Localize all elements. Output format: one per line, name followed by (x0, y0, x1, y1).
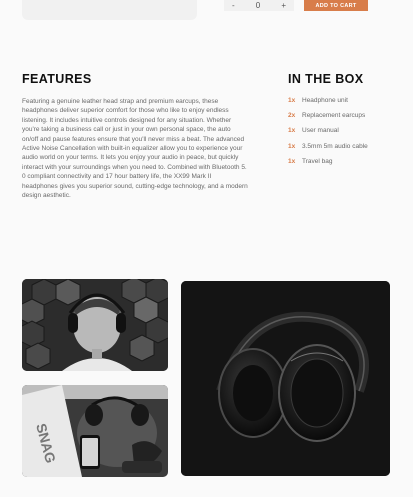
item-quantity: 1x (288, 157, 296, 165)
item-name: Headphone unit (302, 97, 348, 104)
in-the-box-list: 1x Headphone unit 2x Replacement earcups 1… (288, 97, 368, 173)
quantity-increment-button[interactable]: + (281, 0, 286, 11)
in-the-box-heading: IN THE BOX (288, 72, 364, 86)
item-quantity: 1x (288, 142, 296, 150)
quantity-decrement-button[interactable]: - (232, 0, 235, 11)
quantity-value: 0 (255, 1, 261, 10)
list-item: 1x User manual (288, 127, 368, 142)
gallery-photo-man-with-headphones (22, 279, 168, 371)
man-with-headphones-illustration (22, 279, 168, 371)
gallery-photo-flat-lay: SNAG (22, 385, 168, 477)
quantity-stepper[interactable]: - 0 + (224, 0, 294, 11)
item-name: 3.5mm 5m audio cable (302, 142, 368, 150)
features-description: Featuring a genuine leather head strap a… (22, 98, 248, 200)
item-name: User manual (302, 127, 339, 135)
flat-lay-illustration: SNAG (22, 385, 168, 477)
gallery-photo-headphones-closeup (181, 281, 390, 476)
list-item: 1x Headphone unit (288, 97, 368, 112)
list-item: 2x Replacement earcups (288, 112, 368, 127)
item-name: Travel bag (302, 157, 333, 165)
item-quantity: 2x (288, 112, 296, 120)
item-name: Replacement earcups (302, 112, 366, 120)
list-item: 1x 3.5mm 5m audio cable (288, 143, 368, 158)
product-image-bottom (22, 0, 197, 20)
item-quantity: 1x (288, 97, 296, 104)
item-quantity: 1x (288, 127, 296, 135)
features-heading: FEATURES (22, 72, 92, 86)
list-item: 1x Travel bag (288, 158, 368, 173)
headphones-closeup-illustration (181, 281, 390, 476)
add-to-cart-button[interactable]: ADD TO CART (304, 0, 368, 11)
